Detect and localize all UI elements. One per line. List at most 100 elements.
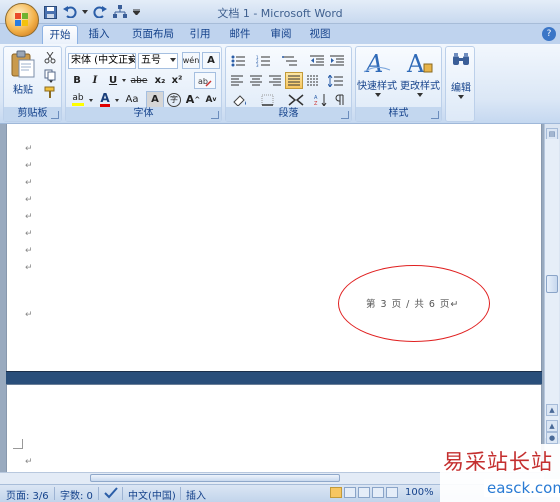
highlight-button[interactable]: ab xyxy=(68,91,88,108)
italic-button[interactable]: I xyxy=(86,72,104,89)
tab-home[interactable]: 开始 xyxy=(42,25,78,44)
sort-icon[interactable]: AZ xyxy=(312,91,330,108)
status-word-count[interactable]: 字数: 0 xyxy=(60,487,93,502)
status-separator xyxy=(98,487,99,500)
print-layout-view-icon[interactable] xyxy=(330,487,342,498)
font-size-value: 五号 xyxy=(141,55,161,66)
phonetic-guide-button[interactable]: wén xyxy=(182,52,200,69)
tab-references[interactable]: 引用 xyxy=(184,25,216,44)
binoculars-icon[interactable] xyxy=(452,52,470,69)
change-styles-icon[interactable]: A xyxy=(404,50,434,79)
superscript-button[interactable]: x² xyxy=(168,72,186,89)
enclose-chars-button[interactable]: 字 xyxy=(165,91,183,108)
font-color-dropdown-icon[interactable] xyxy=(115,99,119,102)
page-break-gap xyxy=(6,371,542,385)
clear-formatting-icon[interactable]: ab xyxy=(194,72,216,89)
increase-indent-icon[interactable] xyxy=(328,52,346,69)
borders-icon[interactable] xyxy=(256,91,280,108)
paragraph-mark: ↵ xyxy=(25,161,33,171)
change-styles-dropdown-icon[interactable] xyxy=(417,93,423,97)
multilevel-list-icon[interactable] xyxy=(278,52,302,69)
tab-view[interactable]: 视图 xyxy=(304,25,336,44)
undo-icon[interactable] xyxy=(62,4,78,20)
page-3[interactable]: ↵ ↵ ↵ ↵ ↵ ↵ ↵ ↵ ↵ xyxy=(6,124,542,371)
watermark-english-text: easck.com xyxy=(484,479,560,497)
quick-styles-icon[interactable]: A xyxy=(362,50,392,79)
clipboard-launcher-icon[interactable] xyxy=(51,111,59,119)
change-case-button[interactable]: Aa xyxy=(121,91,143,108)
char-shading-button[interactable]: A xyxy=(146,91,164,108)
subscript-button[interactable]: x₂ xyxy=(151,72,169,89)
format-painter-icon[interactable] xyxy=(41,83,59,100)
align-left-icon[interactable] xyxy=(228,72,246,89)
web-layout-view-icon[interactable] xyxy=(358,487,370,498)
paste-icon[interactable] xyxy=(10,50,36,83)
proofing-icon[interactable] xyxy=(104,487,118,502)
tab-mailings[interactable]: 邮件 xyxy=(224,25,256,44)
scroll-up-arrow-icon[interactable]: ▲ xyxy=(546,404,558,416)
distributed-icon[interactable] xyxy=(304,72,322,89)
customize-qat-icon[interactable] xyxy=(132,4,140,20)
scrollbar-thumb[interactable] xyxy=(546,275,558,293)
status-page-count[interactable]: 页面: 3/6 xyxy=(6,487,49,502)
bullets-icon[interactable] xyxy=(228,52,250,69)
editing-label[interactable]: 编辑 xyxy=(446,79,476,94)
numbering-icon[interactable]: 123 xyxy=(253,52,275,69)
justify-icon[interactable] xyxy=(285,72,303,89)
paragraph-launcher-icon[interactable] xyxy=(341,111,349,119)
outline-view-icon[interactable] xyxy=(372,487,384,498)
tab-review[interactable]: 审阅 xyxy=(264,25,298,44)
underline-dropdown-icon[interactable] xyxy=(122,79,126,82)
styles-launcher-icon[interactable] xyxy=(431,111,439,119)
svg-text:A: A xyxy=(364,50,383,76)
paragraph-mark: ↵ xyxy=(25,178,33,188)
decrease-indent-icon[interactable] xyxy=(308,52,326,69)
status-language[interactable]: 中文(中国) xyxy=(128,487,176,502)
horizontal-scrollbar-thumb[interactable] xyxy=(90,474,340,482)
char-border-button[interactable]: A xyxy=(202,52,220,69)
highlight-dropdown-icon[interactable] xyxy=(89,99,93,102)
grow-font-button[interactable]: A ^ xyxy=(184,91,202,108)
shading-icon[interactable] xyxy=(228,91,252,108)
zoom-level[interactable]: 100% xyxy=(405,487,434,498)
font-color-button[interactable]: A xyxy=(96,91,114,108)
editing-group: 编辑 xyxy=(445,46,475,122)
full-screen-reading-view-icon[interactable] xyxy=(344,487,356,498)
asian-layout-icon[interactable] xyxy=(284,91,308,108)
tab-insert[interactable]: 插入 xyxy=(82,25,116,44)
save-icon[interactable] xyxy=(42,4,58,20)
font-group-label: 字体 xyxy=(66,107,221,121)
quick-styles-label[interactable]: 快速样式 xyxy=(357,77,397,92)
align-right-icon[interactable] xyxy=(266,72,284,89)
underline-button[interactable]: U xyxy=(104,72,122,89)
paste-label[interactable]: 粘贴 xyxy=(10,81,36,96)
quick-styles-dropdown-icon[interactable] xyxy=(375,93,381,97)
strikethrough-button[interactable]: abe xyxy=(128,72,150,89)
org-chart-icon[interactable] xyxy=(112,4,128,20)
bold-button[interactable]: B xyxy=(68,72,86,89)
show-marks-icon[interactable] xyxy=(331,91,349,108)
browse-object-icon[interactable]: ● xyxy=(546,432,558,444)
help-icon[interactable]: ? xyxy=(542,27,556,41)
line-spacing-icon[interactable] xyxy=(324,72,348,89)
font-name-combo[interactable]: 宋体 (中文正文 xyxy=(68,53,136,69)
editing-dropdown-icon[interactable] xyxy=(458,95,464,99)
redo-icon[interactable] xyxy=(92,4,108,20)
status-separator xyxy=(54,487,55,500)
draft-view-icon[interactable] xyxy=(386,487,398,498)
ribbon: 粘贴 剪贴板 宋体 (中文正文 五号 wén A B I U abe x₂ x²… xyxy=(0,44,560,124)
office-button[interactable] xyxy=(5,3,39,37)
align-center-icon[interactable] xyxy=(247,72,265,89)
change-styles-label[interactable]: 更改样式 xyxy=(399,77,441,92)
copy-icon[interactable] xyxy=(41,66,59,83)
paragraph-mark: ↵ xyxy=(25,212,33,222)
status-insert-mode[interactable]: 插入 xyxy=(186,487,206,502)
ribbon-tab-bar: 开始 插入 页面布局 引用 邮件 审阅 视图 ? xyxy=(0,24,560,44)
undo-dropdown-icon[interactable] xyxy=(82,4,88,20)
prev-page-icon[interactable]: ▲ xyxy=(546,420,558,432)
tab-page-layout[interactable]: 页面布局 xyxy=(124,25,182,44)
font-size-combo[interactable]: 五号 xyxy=(138,53,178,69)
cut-icon[interactable] xyxy=(41,49,59,66)
font-launcher-icon[interactable] xyxy=(211,111,219,119)
shrink-font-button[interactable]: Av xyxy=(202,91,220,108)
